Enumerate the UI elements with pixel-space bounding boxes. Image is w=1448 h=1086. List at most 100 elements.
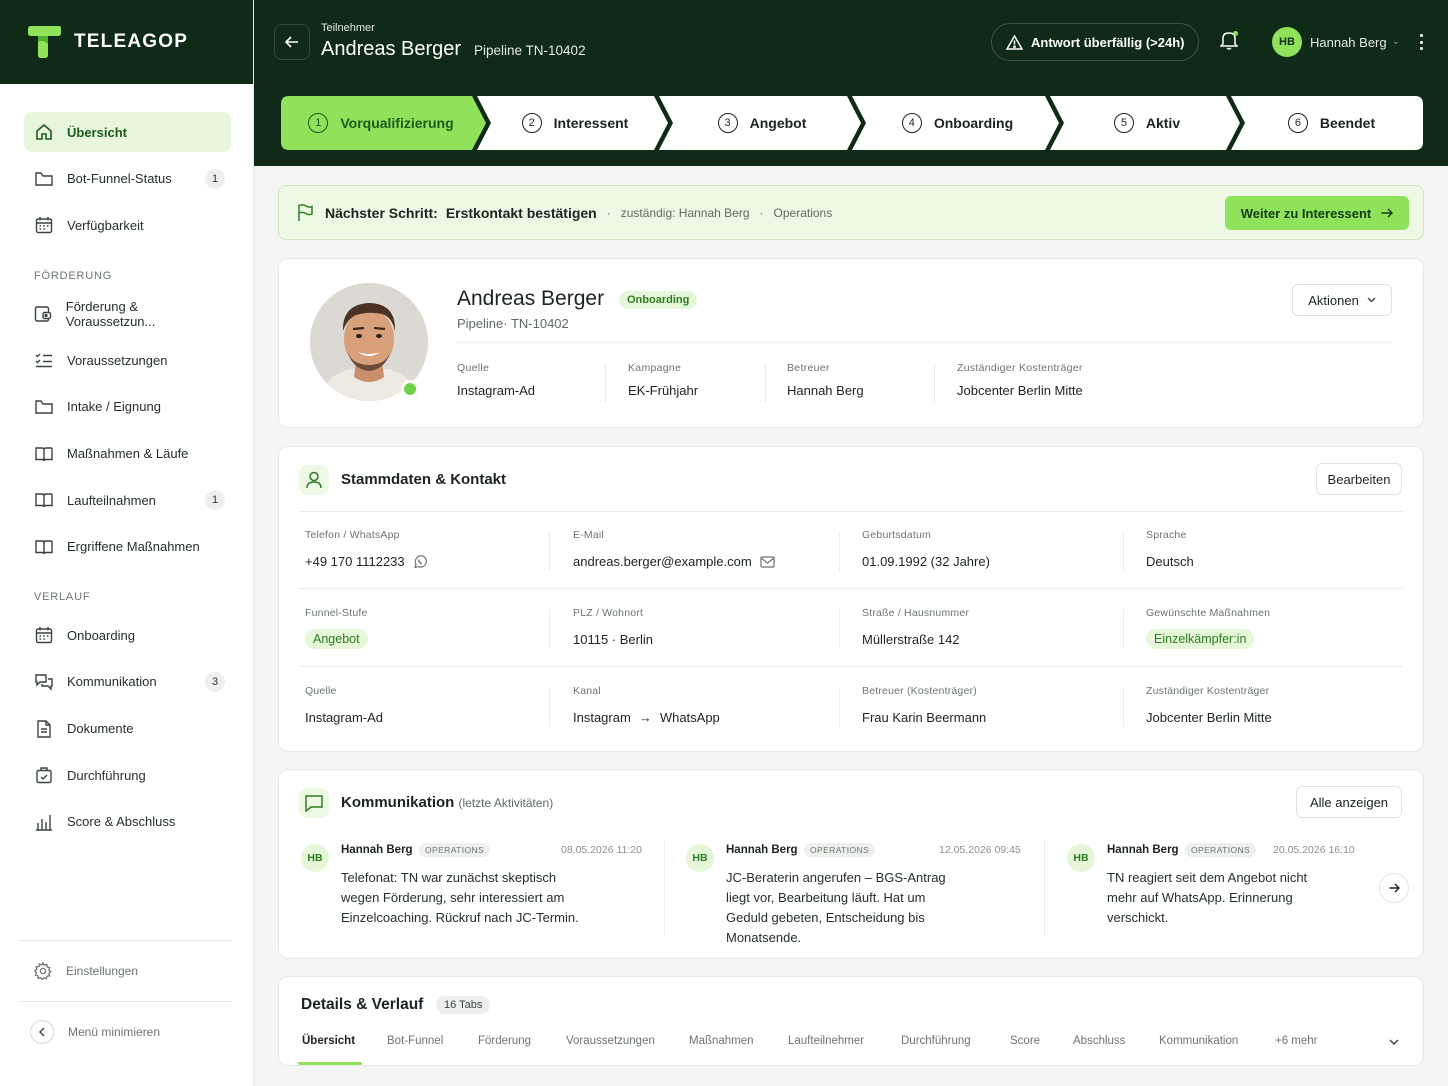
tab-bot-funnel[interactable]: Bot-Funnel [387, 1035, 443, 1047]
field-key: Straße / Hausnummer [862, 607, 970, 619]
field-geburtsdatum: Geburtsdatum 01.09.1992 (32 Jahre) [862, 529, 990, 569]
message-author: Hannah Berg [726, 844, 798, 856]
field-value-row: Instagram → WhatsApp [573, 710, 720, 725]
whatsapp-icon[interactable] [413, 554, 428, 569]
field-key: Kampagne [628, 362, 682, 374]
actions-dropdown-button[interactable]: Aktionen [1292, 284, 1392, 316]
field-value: +49 170 1112233 [305, 554, 405, 569]
sidebar-item-onboarding[interactable]: Onboarding [24, 615, 231, 655]
section-title: Kommunikation (letzte Aktivitäten) [341, 794, 553, 811]
field-key: Zuständiger Kostenträger [957, 362, 1083, 374]
count-badge: 1 [205, 490, 225, 511]
field-value: Deutsch [1146, 554, 1194, 569]
tab-more[interactable]: +6 mehr [1275, 1035, 1318, 1047]
field-key: Kanal [573, 685, 601, 697]
message-author: Hannah Berg [341, 844, 413, 856]
tab-foerderung[interactable]: Förderung [478, 1035, 531, 1047]
user-name[interactable]: Hannah Berg [1310, 35, 1387, 50]
tab-abschluss[interactable]: Abschluss [1073, 1035, 1125, 1047]
field-value: Instagram-Ad [305, 710, 384, 725]
tab-laufteilnehmer[interactable]: Laufteilnehmer [788, 1035, 864, 1047]
field-value: 01.09.1992 (32 Jahre) [862, 554, 990, 569]
count-badge: 3 [205, 671, 225, 692]
field-funnel-stufe: Funnel-Stufe Angebot [305, 607, 368, 649]
minimize-menu-button[interactable]: Menü minimieren [20, 1012, 233, 1052]
step-angebot[interactable]: 3 Angebot [668, 96, 856, 150]
warning-icon [1006, 34, 1023, 50]
arrow-left-icon [285, 36, 298, 48]
sidebar-item-voraussetzungen[interactable]: Voraussetzungen [24, 340, 231, 380]
sidebar-item-durchfuehrung[interactable]: Durchführung [24, 755, 231, 795]
tab-uebersicht[interactable]: Übersicht [302, 1035, 355, 1047]
sidebar-item-dokumente[interactable]: Dokumente [24, 709, 231, 749]
sidebar-item-label: Dokumente [67, 721, 134, 737]
field-betreuer-kostentraeger: Betreuer (Kostenträger) Frau Karin Beerm… [862, 685, 986, 725]
section-title: Details & Verlauf [301, 996, 424, 1013]
sidebar-item-score-abschluss[interactable]: Score & Abschluss [24, 802, 231, 842]
sidebar-item-uebersicht[interactable]: Übersicht [24, 112, 231, 152]
tab-durchfuehrung[interactable]: Durchführung [901, 1035, 971, 1047]
user-avatar[interactable]: HB [1272, 27, 1302, 57]
more-options-icon[interactable] [1414, 32, 1428, 52]
advance-to-interessent-button[interactable]: Weiter zu Interessent [1225, 196, 1409, 230]
step-onboarding[interactable]: 4 Onboarding [861, 96, 1054, 150]
step-interessent[interactable]: 2 Interessent [486, 96, 664, 150]
tab-kommunikation[interactable]: Kommunikation [1159, 1035, 1238, 1047]
active-tab-indicator [298, 1062, 362, 1065]
sidebar-footer: Einstellungen Menü minimieren [20, 940, 233, 1052]
tab-voraussetzungen[interactable]: Voraussetzungen [566, 1035, 655, 1047]
sidebar-item-ergriffene-massnahmen[interactable]: Ergriffene Maßnahmen [24, 527, 231, 567]
field-kanal: Kanal Instagram → WhatsApp [573, 685, 720, 725]
flag-icon [298, 203, 313, 221]
sidebar-item-label: Score & Abschluss [67, 814, 176, 830]
stammdaten-card: Stammdaten & Kontakt Bearbeiten Telefon … [278, 446, 1424, 752]
sidebar: TELEAGOP Übersicht Bot-Funnel-Status 1 V… [0, 0, 254, 1086]
step-aktiv[interactable]: 5 Aktiv [1059, 96, 1235, 150]
arrow-right-icon: → [638, 710, 652, 725]
tab-score[interactable]: Score [1010, 1035, 1040, 1047]
status-badge: Onboarding [619, 291, 698, 309]
step-number: 2 [521, 113, 542, 133]
next-messages-button[interactable] [1379, 873, 1409, 903]
edit-button[interactable]: Bearbeiten [1316, 463, 1402, 495]
back-button[interactable] [274, 24, 310, 60]
notification-bell[interactable] [1219, 30, 1239, 55]
calendar-icon [34, 215, 54, 235]
chat-icon [34, 672, 54, 692]
tab-massnahmen[interactable]: Maßnahmen [689, 1035, 754, 1047]
divider [1123, 609, 1124, 649]
field-key: Quelle [457, 362, 490, 374]
step-vorqualifizierung[interactable]: 1 Vorqualifizierung [281, 96, 481, 150]
overdue-alert-pill[interactable]: Antwort überfällig (>24h) [991, 23, 1199, 61]
divider [765, 363, 766, 403]
sidebar-item-intake-eignung[interactable]: Intake / Eignung [24, 387, 231, 427]
field-key: Geburtsdatum [862, 529, 931, 541]
tabs-chevron-down-icon[interactable] [1389, 1037, 1399, 1049]
divider [839, 609, 840, 649]
sidebar-item-foerderung[interactable]: Förderung & Voraussetzun... [24, 294, 231, 334]
arrow-right-icon [1389, 883, 1400, 893]
field-plz-wohnort: PLZ / Wohnort 10115 · Berlin [573, 607, 653, 647]
step-label: Aktiv [1145, 115, 1181, 131]
button-label: Aktionen [1308, 292, 1359, 308]
step-beendet[interactable]: 6 Beendet [1240, 96, 1423, 150]
button-label: Alle anzeigen [1309, 794, 1389, 810]
details-card: Details & Verlauf 16 Tabs Übersicht Bot-… [278, 976, 1424, 1066]
field-value-row: Angebot [305, 629, 368, 649]
mail-icon[interactable] [760, 555, 775, 568]
chevron-down-icon[interactable]: ⌄ [1392, 36, 1400, 47]
field-value: Frau Karin Beermann [862, 710, 987, 725]
settings-button[interactable]: Einstellungen [20, 951, 233, 991]
chevron-down-icon [1367, 297, 1376, 303]
checklist-icon [34, 350, 54, 370]
sidebar-item-massnahmen-laeufe[interactable]: Maßnahmen & Läufe [24, 434, 231, 474]
sidebar-item-verfuegbarkeit[interactable]: Verfügbarkeit [24, 205, 231, 245]
section-heading-foerderung: FÖRDERUNG [34, 269, 113, 282]
show-all-button[interactable]: Alle anzeigen [1296, 786, 1402, 818]
user-icon [299, 465, 329, 495]
sidebar-item-bot-funnel-status[interactable]: Bot-Funnel-Status 1 [24, 159, 231, 199]
button-label: Bearbeiten [1327, 471, 1391, 487]
sidebar-item-laufteilnahmen[interactable]: Laufteilnahmen 1 [24, 480, 231, 520]
sidebar-item-kommunikation[interactable]: Kommunikation 3 [24, 662, 231, 702]
calendar-icon [34, 625, 54, 645]
